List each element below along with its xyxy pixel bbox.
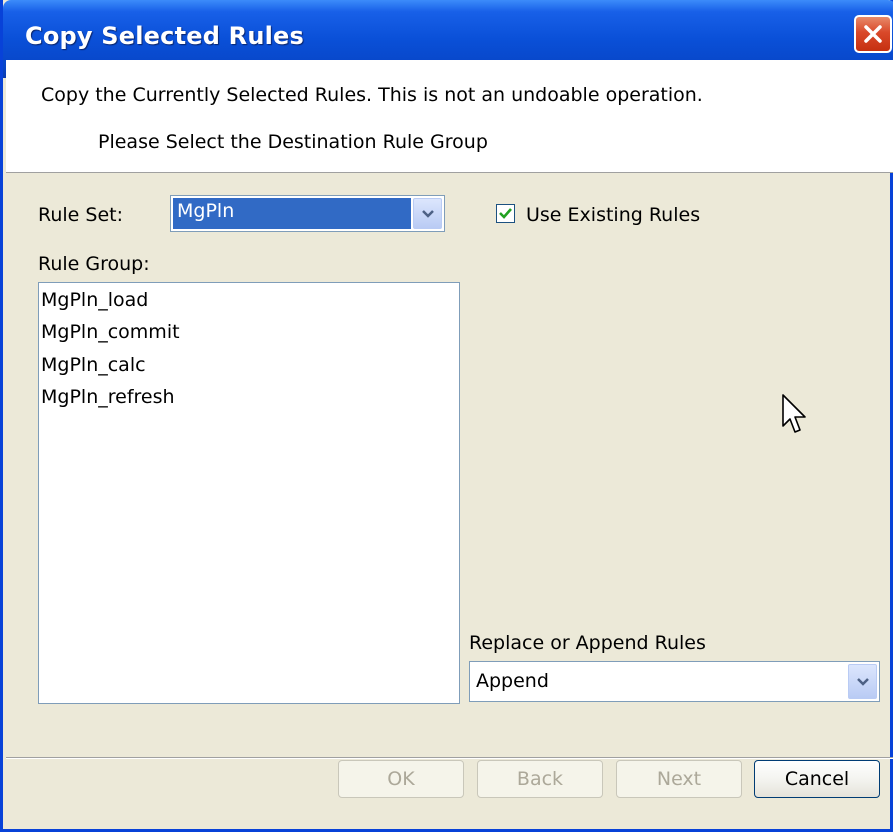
rule-set-dropdown-button[interactable] <box>413 198 442 229</box>
button-bar-divider <box>6 757 893 759</box>
use-existing-rules-checkbox[interactable] <box>496 204 515 223</box>
close-button[interactable] <box>854 15 892 53</box>
mouse-pointer-icon <box>781 393 809 441</box>
ok-button[interactable]: OK <box>338 760 464 798</box>
cancel-button[interactable]: Cancel <box>754 760 880 798</box>
list-item[interactable]: MgPln_calc <box>41 354 146 376</box>
replace-append-label: Replace or Append Rules <box>469 632 706 654</box>
dialog-title: Copy Selected Rules <box>25 22 305 50</box>
chevron-down-icon <box>422 209 434 218</box>
rule-set-label: Rule Set: <box>38 204 123 226</box>
replace-append-dropdown-button[interactable] <box>848 664 877 699</box>
next-button[interactable]: Next <box>616 760 742 798</box>
list-item[interactable]: MgPln_commit <box>41 321 180 343</box>
replace-append-dropdown[interactable]: Append <box>469 661 880 702</box>
rule-group-label: Rule Group: <box>38 253 150 275</box>
list-item[interactable]: MgPln_refresh <box>41 386 175 408</box>
rule-set-value: MgPln <box>177 200 235 222</box>
rule-set-dropdown[interactable]: MgPln <box>170 195 445 232</box>
replace-append-value: Append <box>476 670 549 692</box>
dialog-header: Copy the Currently Selected Rules. This … <box>6 60 893 173</box>
description-text: Copy the Currently Selected Rules. This … <box>41 84 703 106</box>
checkmark-icon <box>499 208 512 219</box>
use-existing-rules-label[interactable]: Use Existing Rules <box>526 204 700 226</box>
rule-group-list[interactable]: MgPln_load MgPln_commit MgPln_calc MgPln… <box>38 282 460 704</box>
instruction-text: Please Select the Destination Rule Group <box>98 131 488 153</box>
close-icon <box>864 25 882 43</box>
list-item[interactable]: MgPln_load <box>41 289 148 311</box>
back-button[interactable]: Back <box>477 760 603 798</box>
copy-rules-dialog: Copy Selected Rules Copy the Currently S… <box>0 0 893 832</box>
chevron-down-icon <box>857 677 869 686</box>
